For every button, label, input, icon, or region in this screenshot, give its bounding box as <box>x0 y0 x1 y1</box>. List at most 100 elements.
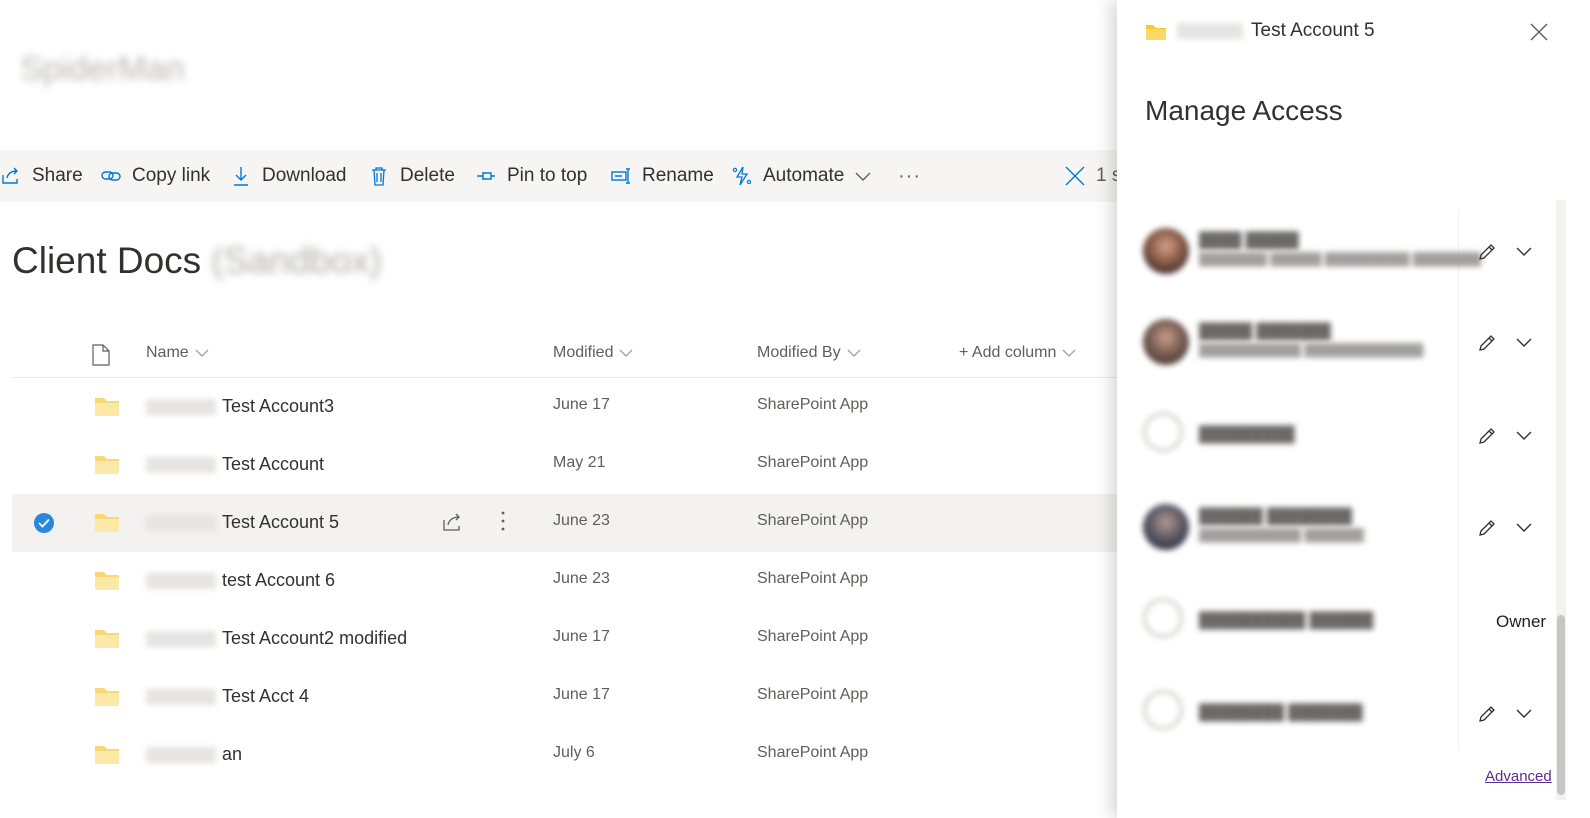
row-name-text: test Account 6 <box>222 570 336 590</box>
library-title: Client Docs (Sandbox) <box>12 240 382 282</box>
row-name-text: an <box>222 744 243 764</box>
redacted-prefix <box>146 457 216 474</box>
clear-selection-button[interactable]: 1 s <box>1064 150 1121 202</box>
rename-label: Rename <box>642 165 714 186</box>
table-row[interactable]: Test Acct 4 June 17 SharePoint App <box>12 668 1117 726</box>
access-entry: ████████ ███████ <box>1139 684 1559 744</box>
access-entry: █████████ <box>1139 406 1559 466</box>
table-row-selected[interactable]: Test Account 5 June 23 SharePoint App <box>12 494 1117 552</box>
row-name[interactable]: an <box>146 744 242 765</box>
delete-command[interactable]: Delete <box>368 150 455 202</box>
automate-label: Automate <box>763 165 845 186</box>
modified-by-column-header[interactable]: Modified By <box>757 344 861 362</box>
avatar <box>1143 319 1189 365</box>
modified-header-label: Modified <box>553 344 614 361</box>
row-modified-by: SharePoint App <box>757 454 869 471</box>
column-divider <box>1458 210 1459 750</box>
checkmark-circle-icon[interactable] <box>34 513 54 533</box>
table-row[interactable]: Test Account3 June 17 SharePoint App <box>12 378 1117 436</box>
chevron-down-icon[interactable] <box>1515 430 1533 442</box>
link-icon <box>101 171 121 181</box>
share-label: Share <box>32 165 83 186</box>
site-title: SpiderMan <box>20 50 185 88</box>
download-label: Download <box>262 165 347 186</box>
chevron-down-icon[interactable] <box>1515 708 1533 720</box>
manage-access-panel: Test Account 5 Manage Access ████ █████ … <box>1117 0 1590 818</box>
folder-icon <box>95 514 119 532</box>
table-row[interactable]: Test Account2 modified June 17 SharePoin… <box>12 610 1117 668</box>
folder-icon <box>1146 25 1166 40</box>
table-row[interactable]: an July 6 SharePoint App <box>12 726 1117 784</box>
group-avatar-icon <box>1143 598 1183 638</box>
redacted-prefix <box>146 573 216 590</box>
document-icon <box>92 344 110 366</box>
pencil-icon[interactable] <box>1477 518 1497 538</box>
row-modified-by: SharePoint App <box>757 628 869 645</box>
row-name[interactable]: test Account 6 <box>146 570 335 591</box>
panel-folder-name-text: Test Account 5 <box>1251 20 1375 41</box>
row-name[interactable]: Test Account 5 <box>146 512 339 533</box>
row-name-text: Test Account3 <box>222 396 335 416</box>
row-modified: June 17 <box>553 396 610 413</box>
close-icon[interactable] <box>1529 22 1549 42</box>
modified-column-header[interactable]: Modified <box>553 344 633 362</box>
row-name[interactable]: Test Acct 4 <box>146 686 309 707</box>
chevron-down-icon <box>195 349 209 357</box>
redacted-prefix <box>146 399 216 416</box>
owner-role-label: Owner <box>1496 612 1547 631</box>
chevron-down-icon <box>1062 349 1076 357</box>
panel-folder-name: Test Account 5 <box>1177 20 1375 42</box>
chevron-down-icon <box>855 172 871 181</box>
share-icon <box>2 167 18 184</box>
access-entry: ████ █████ ████████ ██████ ██████████ ██… <box>1139 222 1559 282</box>
automate-command[interactable]: Automate <box>731 150 874 202</box>
pin-to-top-label: Pin to top <box>507 165 588 186</box>
share-command[interactable]: Share <box>0 150 83 202</box>
share-icon[interactable] <box>442 512 464 532</box>
chevron-down-icon[interactable] <box>1515 246 1533 258</box>
trash-icon <box>372 167 386 186</box>
more-vertical-icon[interactable] <box>500 510 506 532</box>
copy-link-command[interactable]: Copy link <box>100 150 210 202</box>
add-column-label: + Add column <box>959 344 1057 361</box>
pencil-icon[interactable] <box>1477 333 1497 353</box>
pencil-icon[interactable] <box>1477 242 1497 262</box>
folder-icon <box>95 746 119 764</box>
more-commands-button[interactable]: ··· <box>898 150 921 202</box>
rename-command[interactable]: Rename <box>610 150 714 202</box>
group-avatar-icon <box>1143 412 1183 452</box>
row-name[interactable]: Test Account3 <box>146 396 334 417</box>
rename-icon <box>611 168 630 184</box>
download-command[interactable]: Download <box>230 150 347 202</box>
chevron-down-icon[interactable] <box>1515 522 1533 534</box>
row-name[interactable]: Test Account <box>146 454 324 475</box>
group-avatar-icon <box>1143 690 1183 730</box>
row-modified-by: SharePoint App <box>757 570 869 587</box>
advanced-link[interactable]: Advanced <box>1485 768 1552 785</box>
table-row[interactable]: test Account 6 June 23 SharePoint App <box>12 552 1117 610</box>
file-type-header[interactable] <box>92 344 110 366</box>
row-name-text: Test Account <box>222 454 325 474</box>
person-title-redacted: ████████████ ███████ <box>1199 528 1364 542</box>
person-title-redacted: ████████████ ██████████████ <box>1199 343 1424 357</box>
folder-icon <box>95 688 119 706</box>
automate-icon <box>732 166 752 186</box>
pencil-icon[interactable] <box>1477 426 1497 446</box>
add-column-header[interactable]: + Add column <box>959 344 1076 362</box>
name-column-header[interactable]: Name <box>146 344 209 362</box>
access-entry: ██████ ████████ ████████████ ███████ <box>1139 498 1559 558</box>
access-entry: ██████████ ██████ Owner <box>1139 592 1559 652</box>
group-name-redacted: ██████████ ██████ <box>1199 612 1374 629</box>
pencil-icon[interactable] <box>1477 704 1497 724</box>
table-row[interactable]: Test Account May 21 SharePoint App <box>12 436 1117 494</box>
folder-icon <box>95 398 119 416</box>
row-modified-by: SharePoint App <box>757 512 869 529</box>
row-modified-by: SharePoint App <box>757 396 869 413</box>
row-modified: July 6 <box>553 744 595 761</box>
pin-to-top-command[interactable]: Pin to top <box>475 150 587 202</box>
row-name[interactable]: Test Account2 modified <box>146 628 407 649</box>
row-modified: June 23 <box>553 512 610 529</box>
chevron-down-icon[interactable] <box>1515 337 1533 349</box>
person-name-redacted: ██████ ████████ <box>1199 508 1352 525</box>
chevron-down-icon <box>620 349 633 357</box>
